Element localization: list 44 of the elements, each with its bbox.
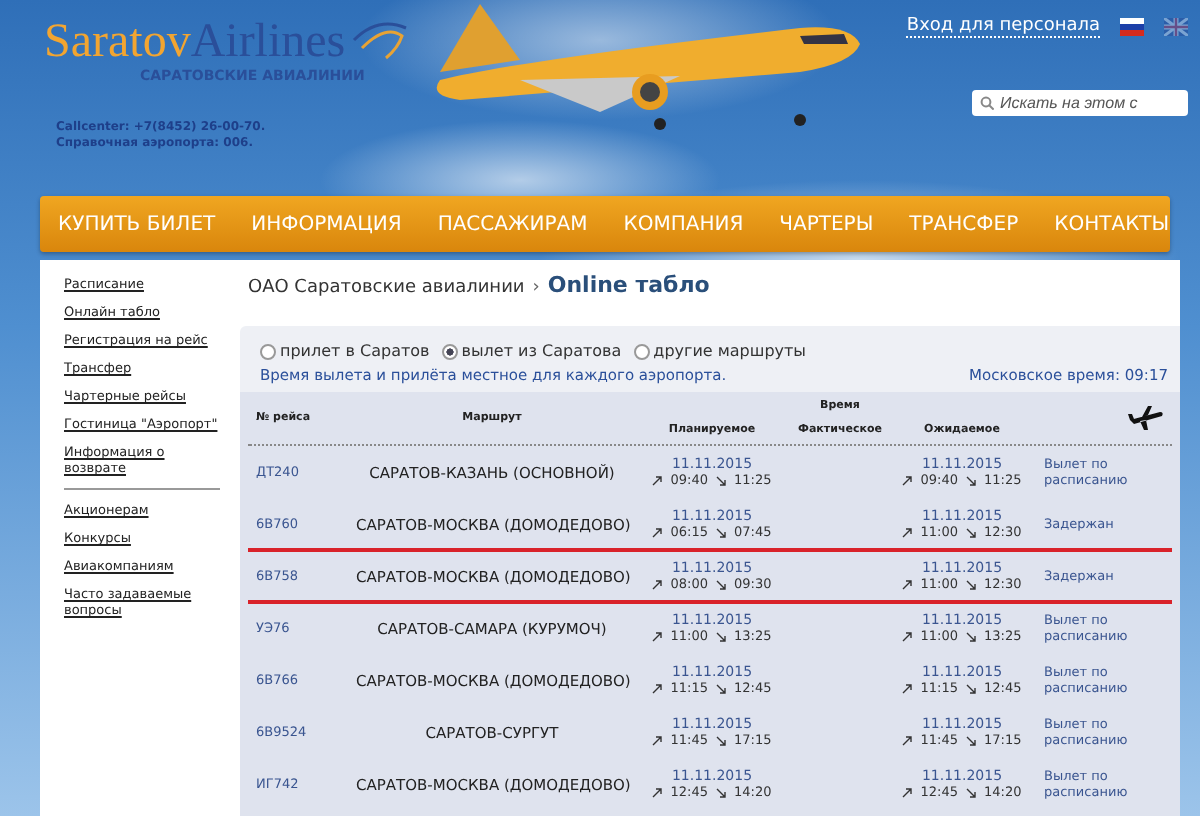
- radio-option[interactable]: вылет из Саратова: [441, 342, 622, 360]
- landing-arrow-icon: [966, 683, 976, 693]
- takeoff-arrow-icon: [902, 527, 913, 537]
- takeoff-arrow-icon: [902, 475, 913, 485]
- flag-icon[interactable]: [1120, 18, 1144, 36]
- breadcrumb-link[interactable]: ОАО Саратовские авиалинии: [248, 278, 525, 298]
- page-title: Online табло: [547, 272, 710, 298]
- landing-arrow-icon: [966, 475, 976, 485]
- takeoff-arrow-icon: [652, 787, 663, 797]
- search-field[interactable]: Искать на этом с: [972, 90, 1188, 116]
- search-input[interactable]: Искать на этом с: [1000, 94, 1176, 112]
- staff-login-link[interactable]: Вход для персонала: [906, 16, 1100, 38]
- landing-arrow-icon: [716, 683, 726, 693]
- landing-arrow-icon: [966, 735, 976, 745]
- takeoff-arrow-icon: [652, 579, 663, 589]
- landing-arrow-icon: [966, 787, 976, 797]
- landing-arrow-icon: [716, 787, 726, 797]
- radio-option[interactable]: прилет в Саратов: [260, 342, 430, 360]
- takeoff-arrow-icon: [652, 735, 663, 745]
- landing-arrow-icon: [966, 579, 976, 589]
- landing-arrow-icon: [716, 579, 726, 589]
- search-icon: [980, 96, 994, 110]
- takeoff-arrow-icon: [902, 787, 913, 797]
- swoosh-logo-icon: [349, 16, 410, 60]
- landing-arrow-icon: [716, 631, 726, 641]
- takeoff-arrow-icon: [902, 631, 913, 641]
- radio-icon[interactable]: [441, 343, 458, 359]
- landing-arrow-icon: [966, 527, 976, 537]
- landing-arrow-icon: [716, 475, 726, 485]
- breadcrumb-separator: ›: [532, 278, 540, 298]
- landing-arrow-icon: [966, 631, 976, 641]
- takeoff-arrow-icon: [902, 683, 913, 693]
- takeoff-arrow-icon: [902, 579, 913, 589]
- landing-arrow-icon: [716, 527, 726, 537]
- airplane-icon: [1128, 406, 1164, 430]
- takeoff-arrow-icon: [652, 475, 663, 485]
- radio-icon[interactable]: [633, 343, 650, 359]
- takeoff-arrow-icon: [652, 631, 663, 641]
- takeoff-arrow-icon: [652, 683, 663, 693]
- takeoff-arrow-icon: [902, 735, 913, 745]
- landing-arrow-icon: [716, 735, 726, 745]
- radio-icon[interactable]: [260, 343, 276, 359]
- radio-option[interactable]: другие маршруты: [633, 342, 806, 360]
- takeoff-arrow-icon: [652, 527, 663, 537]
